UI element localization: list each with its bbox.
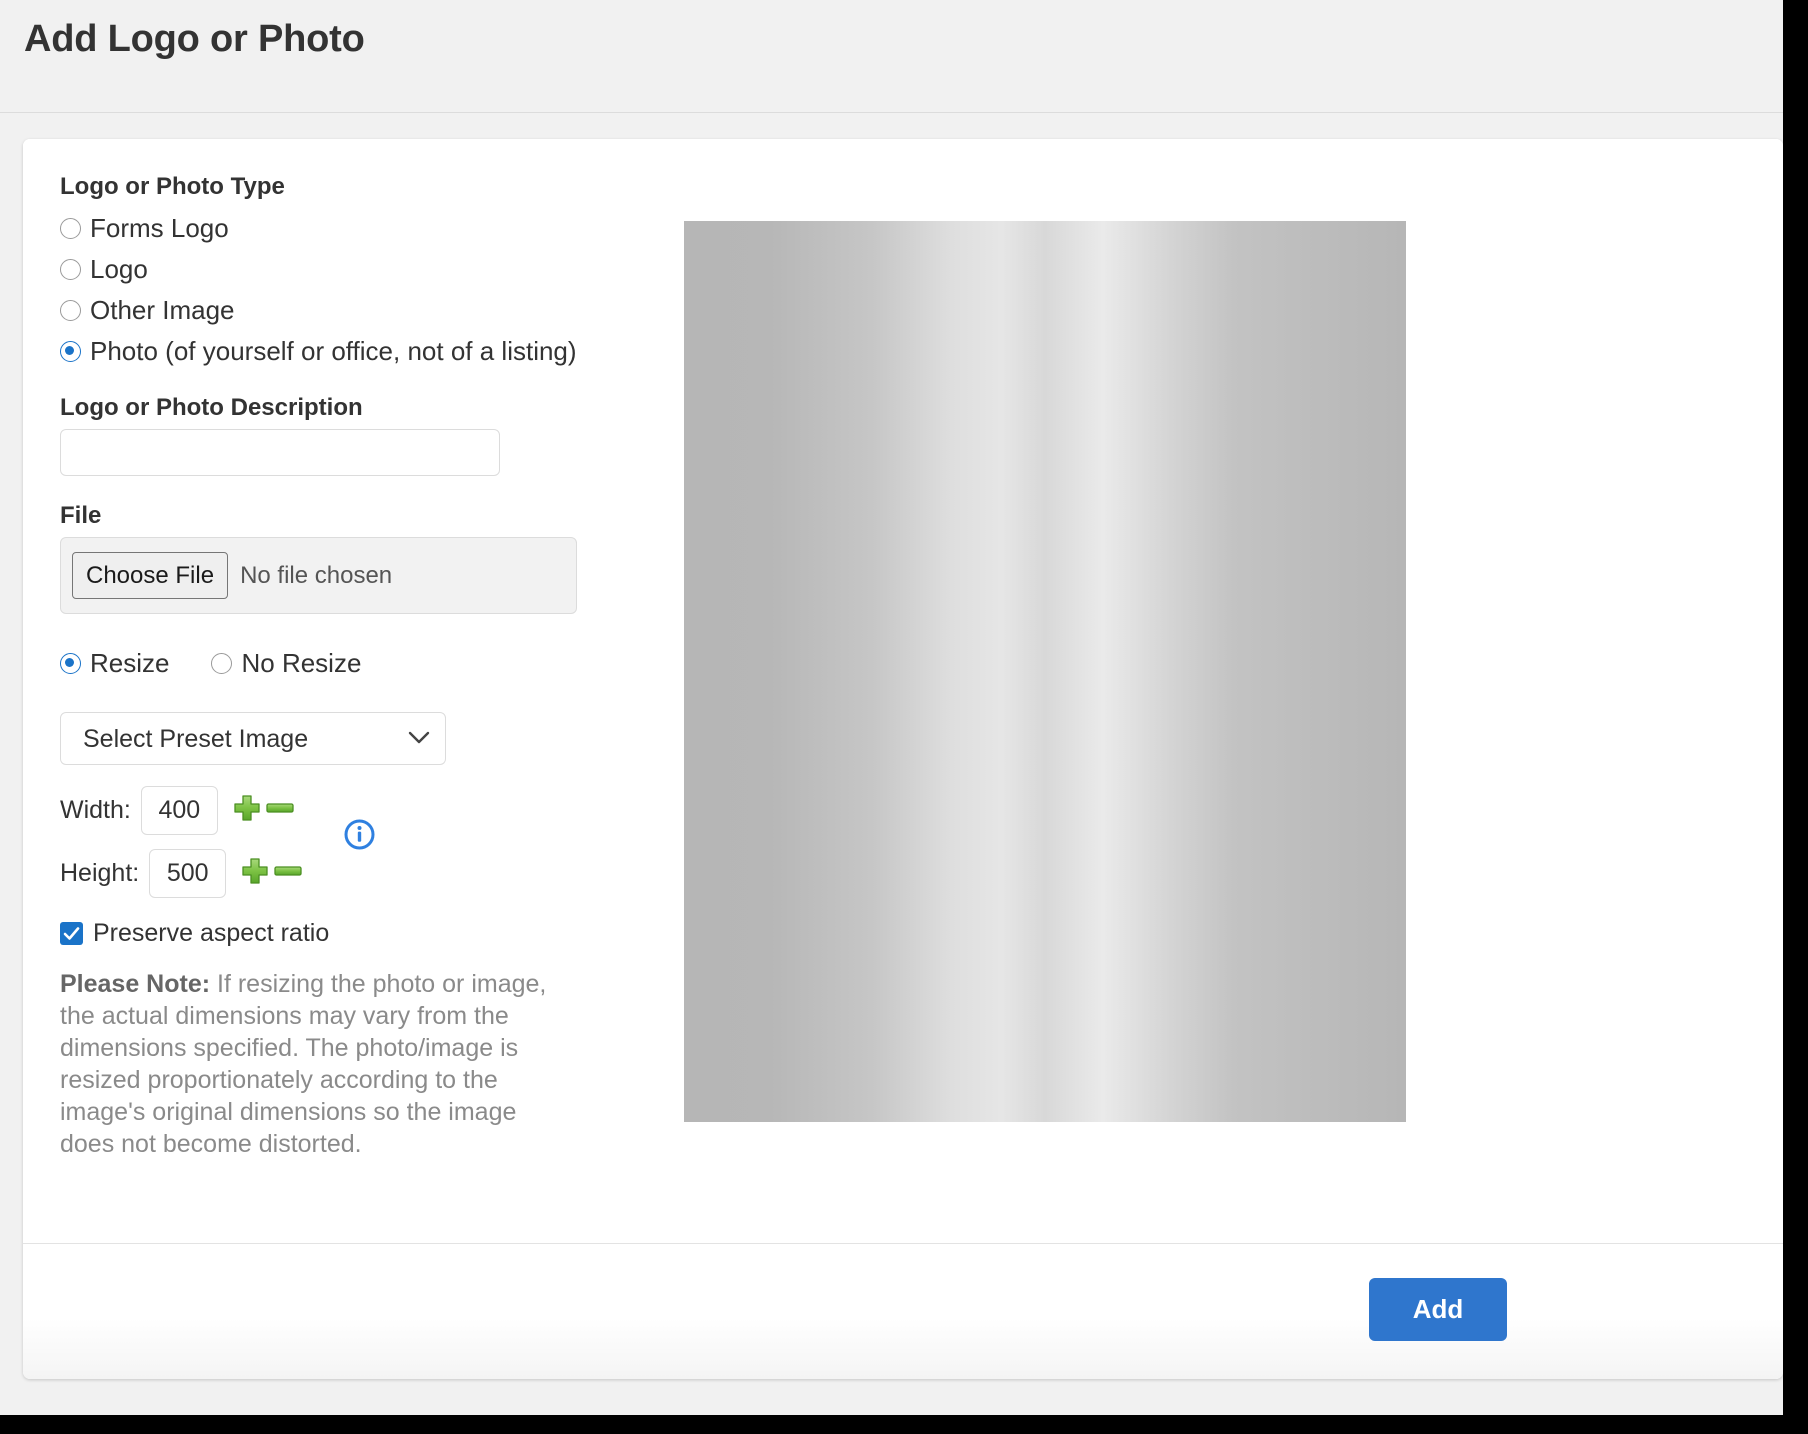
modal-body: Logo or Photo Type Forms Logo Logo Other… [23,139,1783,1244]
radio-forms-logo[interactable] [60,217,81,239]
description-label: Logo or Photo Description [60,394,363,421]
logo-type-label: Logo or Photo Type [60,173,285,200]
page-title: Add Logo or Photo [24,18,365,60]
please-note-body: If resizing the photo or image, the actu… [60,970,547,1158]
radio-option-other-image[interactable]: Other Image [60,290,640,330]
width-input[interactable] [140,785,218,835]
radio-label-resize: Resize [90,647,170,678]
dimensions-group: Width: 400 Height: 500 [60,782,460,901]
image-preview [684,221,1406,1122]
radio-option-forms-logo[interactable]: Forms Logo [60,208,640,248]
preserve-aspect-ratio-row[interactable]: Preserve aspect ratio [60,915,640,951]
radio-option-photo[interactable]: Photo (of yourself or office, not of a l… [60,331,640,371]
radio-other-image[interactable] [60,299,81,321]
radio-photo[interactable] [60,340,81,362]
modal-card: Logo or Photo Type Forms Logo Logo Other… [23,139,1783,1379]
minus-icon[interactable] [273,856,303,891]
description-group: Logo or Photo Description [60,393,640,476]
radio-resize[interactable] [60,652,81,674]
preset-select-wrapper: Select Preset Image [60,712,446,765]
description-input[interactable] [60,429,500,476]
height-stepper [240,856,303,891]
file-group: File Choose File No file chosen [60,501,640,614]
file-label: File [60,502,102,529]
plus-icon[interactable] [240,856,270,891]
width-label: Width: [60,795,131,824]
modal-header: Add Logo or Photo [0,0,1783,113]
plus-icon[interactable] [232,793,262,828]
radio-label-other-image: Other Image [90,295,235,325]
minus-icon[interactable] [265,793,295,828]
width-row: Width: [60,782,460,838]
radio-label-logo: Logo [90,254,148,284]
please-note-text: Please Note: If resizing the photo or im… [60,968,560,1160]
file-status-text: No file chosen [240,561,393,589]
resize-radio-group: Resize No Resize [60,643,640,683]
radio-no-resize[interactable] [211,652,233,674]
form-column: Logo or Photo Type Forms Logo Logo Other… [60,172,640,1160]
width-stepper [232,793,295,828]
file-input-control[interactable]: Choose File No file chosen [60,537,577,614]
preset-image-select[interactable]: Select Preset Image [60,712,446,765]
please-note-strong: Please Note: [60,970,211,998]
radio-logo[interactable] [60,258,81,280]
info-icon[interactable] [343,818,376,856]
radio-label-photo: Photo (of yourself or office, not of a l… [90,336,577,366]
height-label: Height: [60,858,140,887]
preserve-aspect-ratio-checkbox[interactable] [60,921,83,945]
radio-label-no-resize: No Resize [241,647,362,678]
radio-label-forms-logo: Forms Logo [90,213,229,243]
choose-file-button[interactable]: Choose File [72,552,229,599]
add-button[interactable]: Add [1369,1278,1507,1341]
modal-footer: Add [23,1244,1783,1379]
height-input[interactable] [149,848,227,898]
height-row: Height: [60,845,460,901]
preserve-aspect-ratio-label: Preserve aspect ratio [93,918,330,947]
page-root: Add Logo or Photo Logo or Photo Type For… [0,0,1783,1415]
radio-option-logo[interactable]: Logo [60,249,640,289]
